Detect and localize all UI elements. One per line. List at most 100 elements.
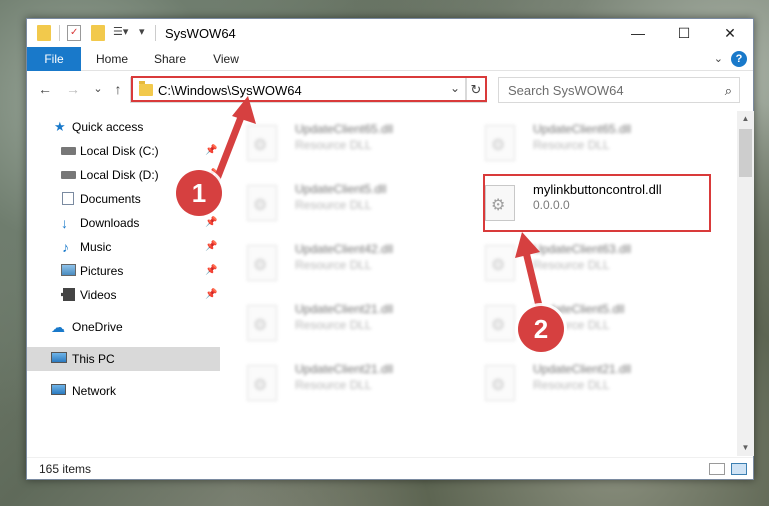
address-path[interactable]: C:\Windows\SysWOW64 — [158, 83, 302, 98]
scroll-up-icon[interactable]: ▲ — [737, 111, 754, 127]
file-type: Resource DLL — [533, 378, 610, 392]
dll-file-icon — [485, 365, 515, 401]
address-bar[interactable]: C:\Windows\SysWOW64 ⌄ — [130, 77, 467, 103]
title-bar: ✓ ☰▾ ▾ SysWOW64 — ☐ ✕ — [27, 19, 753, 47]
help-icon[interactable]: ? — [731, 51, 747, 67]
file-name: UpdateClient65.dll — [533, 122, 632, 136]
drive-icon — [61, 171, 76, 179]
folder-icon — [139, 81, 153, 96]
file-name: UpdateClient21.dll — [533, 362, 632, 376]
sidebar-item-onedrive[interactable]: ☁ OneDrive — [27, 315, 220, 339]
dll-file-icon — [247, 185, 277, 221]
file-type: Resource DLL — [533, 138, 610, 152]
navigation-bar: ← → ⌄ ↑ C:\Windows\SysWOW64 ⌄ ↻ Search S… — [27, 72, 753, 106]
file-item[interactable]: UpdateClient21.dll Resource DLL — [475, 357, 695, 413]
file-name: UpdateClient63.dll — [533, 242, 632, 256]
file-item[interactable]: UpdateClient65.dll Resource DLL — [475, 117, 695, 173]
large-icons-view-icon[interactable] — [731, 463, 747, 475]
sidebar-item-label: Videos — [80, 288, 117, 302]
download-icon: ↓ — [61, 215, 68, 231]
file-name: UpdateClient5.dll — [295, 182, 387, 196]
dll-file-icon — [485, 305, 515, 341]
dll-file-icon — [485, 245, 515, 281]
properties-icon[interactable]: ✓ — [67, 25, 81, 41]
details-view-icon[interactable] — [709, 463, 725, 475]
forward-button[interactable]: → — [64, 80, 82, 98]
back-button[interactable]: ← — [36, 80, 54, 98]
sidebar-item-videos[interactable]: Videos 📌 — [27, 283, 220, 307]
drive-icon — [61, 147, 76, 155]
minimize-button[interactable]: — — [615, 19, 661, 47]
file-name: mylinkbuttoncontrol.dll — [533, 182, 662, 197]
pin-icon[interactable]: 📌 — [205, 235, 217, 259]
quick-access-chevron-icon[interactable]: ▾ — [139, 25, 145, 38]
dll-file-icon — [247, 245, 277, 281]
tab-share[interactable]: Share — [143, 47, 197, 71]
file-item[interactable]: UpdateClient5.dll Resource DLL — [237, 177, 457, 233]
search-icon[interactable]: ⌕ — [725, 83, 732, 99]
tab-file[interactable]: File — [27, 47, 81, 71]
file-item[interactable]: UpdateClient21.dll Resource DLL — [237, 357, 457, 413]
tab-home[interactable]: Home — [85, 47, 139, 71]
sidebar-item-quick-access[interactable]: ★ Quick access — [27, 115, 220, 139]
maximize-button[interactable]: ☐ — [661, 19, 707, 47]
step-1-badge: 1 — [176, 170, 222, 216]
new-folder-icon[interactable] — [91, 25, 105, 41]
sidebar-item-this-pc[interactable]: This PC — [27, 347, 220, 371]
file-type: Resource DLL — [295, 258, 372, 272]
vertical-scrollbar[interactable]: ▲ ▼ — [737, 111, 754, 456]
file-list: UpdateClient65.dll Resource DLL UpdateCl… — [237, 111, 737, 456]
file-name: UpdateClient65.dll — [295, 122, 394, 136]
folder-icon — [37, 25, 51, 41]
file-item[interactable]: UpdateClient5.dll Resource DLL — [475, 297, 695, 353]
file-item[interactable]: UpdateClient63.dll Resource DLL — [475, 237, 695, 293]
file-item[interactable]: UpdateClient42.dll Resource DLL — [237, 237, 457, 293]
navigation-pane: ★ Quick access Local Disk (C:) 📌 Local D… — [27, 111, 220, 455]
sidebar-item-music[interactable]: ♪ Music 📌 — [27, 235, 220, 259]
file-name: UpdateClient21.dll — [295, 302, 394, 316]
music-icon: ♪ — [62, 239, 69, 255]
file-type: Resource DLL — [533, 258, 610, 272]
ribbon-tabs: File Home Share View ⌄ ? — [27, 47, 753, 71]
sidebar-item-label: Local Disk (D:) — [80, 168, 159, 182]
expand-ribbon-icon[interactable]: ⌄ — [714, 52, 723, 65]
dll-file-icon — [485, 185, 515, 221]
file-type: Resource DLL — [295, 378, 372, 392]
documents-icon — [62, 192, 74, 205]
recent-locations-button[interactable]: ⌄ — [89, 80, 107, 98]
scroll-thumb[interactable] — [739, 129, 752, 177]
up-button[interactable]: ↑ — [109, 80, 127, 98]
separator — [155, 25, 156, 41]
chevron-down-icon[interactable]: ⌄ — [450, 81, 460, 95]
file-item[interactable]: UpdateClient21.dll Resource DLL — [237, 297, 457, 353]
sidebar-item-label: Music — [80, 240, 112, 254]
customize-toolbar-icon[interactable]: ☰▾ — [113, 25, 131, 41]
sidebar-item-local-disk-c[interactable]: Local Disk (C:) 📌 — [27, 139, 220, 163]
star-icon: ★ — [54, 119, 66, 134]
explorer-window: ✓ ☰▾ ▾ SysWOW64 — ☐ ✕ File Home Share Vi… — [26, 18, 754, 480]
file-name: UpdateClient21.dll — [295, 362, 394, 376]
file-type: Resource DLL — [295, 318, 372, 332]
search-input[interactable]: Search SysWOW64 ⌕ — [498, 77, 740, 103]
close-button[interactable]: ✕ — [707, 19, 753, 47]
cloud-icon: ☁ — [51, 319, 65, 335]
computer-icon — [51, 352, 67, 363]
sidebar-item-network[interactable]: Network — [27, 379, 220, 403]
pin-icon[interactable]: 📌 — [205, 283, 217, 307]
tab-view[interactable]: View — [199, 47, 253, 71]
pin-icon[interactable]: 📌 — [205, 259, 217, 283]
window-title: SysWOW64 — [165, 26, 236, 41]
pictures-icon — [61, 264, 76, 276]
sidebar-item-label: Documents — [80, 192, 141, 206]
dll-file-icon — [247, 365, 277, 401]
file-name: UpdateClient42.dll — [295, 242, 394, 256]
step-2-badge: 2 — [518, 306, 564, 352]
pin-icon[interactable]: 📌 — [205, 139, 217, 163]
dll-file-icon — [485, 125, 515, 161]
network-icon — [51, 384, 66, 395]
sidebar-item-pictures[interactable]: Pictures 📌 — [27, 259, 220, 283]
refresh-button[interactable]: ↻ — [465, 77, 487, 103]
file-item-mylinkbuttoncontrol[interactable]: mylinkbuttoncontrol.dll 0.0.0.0 — [475, 177, 695, 233]
scroll-down-icon[interactable]: ▼ — [737, 440, 754, 456]
file-item[interactable]: UpdateClient65.dll Resource DLL — [237, 117, 457, 173]
